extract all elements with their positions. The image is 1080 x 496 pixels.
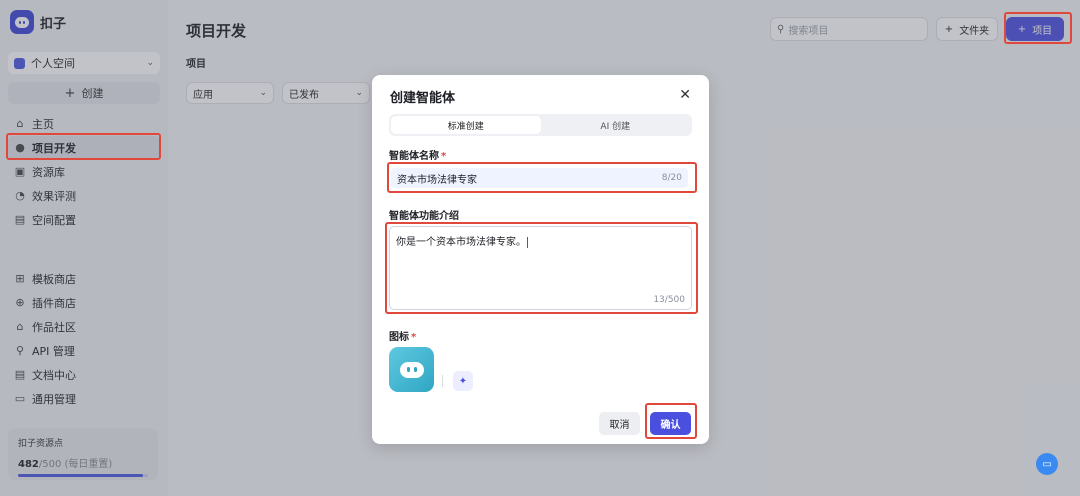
tab-ai-create[interactable]: AI 创建 (541, 116, 691, 134)
dialog-title: 创建智能体 (390, 91, 456, 106)
highlight-new-project (1004, 12, 1072, 44)
highlight-confirm-button (645, 403, 697, 439)
close-icon[interactable]: ✕ (679, 87, 691, 103)
highlight-description-field (385, 222, 698, 314)
highlight-project-dev (6, 133, 161, 160)
icon-label-text: 图标 (389, 332, 409, 343)
agent-name-label-text: 智能体名称 (389, 151, 439, 162)
cancel-button[interactable]: 取消 (599, 412, 640, 435)
agent-name-label: 智能体名称 * (389, 147, 446, 162)
tab-standard-create[interactable]: 标准创建 (391, 116, 541, 134)
icon-label: 图标 * (389, 328, 416, 343)
required-mark: * (441, 151, 447, 162)
divider (442, 375, 443, 387)
highlight-name-field (387, 162, 697, 193)
agent-desc-label: 智能体功能介绍 (389, 211, 459, 222)
create-mode-tabs: 标准创建 AI 创建 (389, 114, 692, 136)
required-mark: * (411, 332, 417, 343)
feedback-chat-icon[interactable]: ▭ (1036, 453, 1058, 475)
ai-generate-icon-button[interactable]: ✦ (453, 371, 473, 391)
agent-avatar-icon[interactable] (389, 347, 434, 392)
